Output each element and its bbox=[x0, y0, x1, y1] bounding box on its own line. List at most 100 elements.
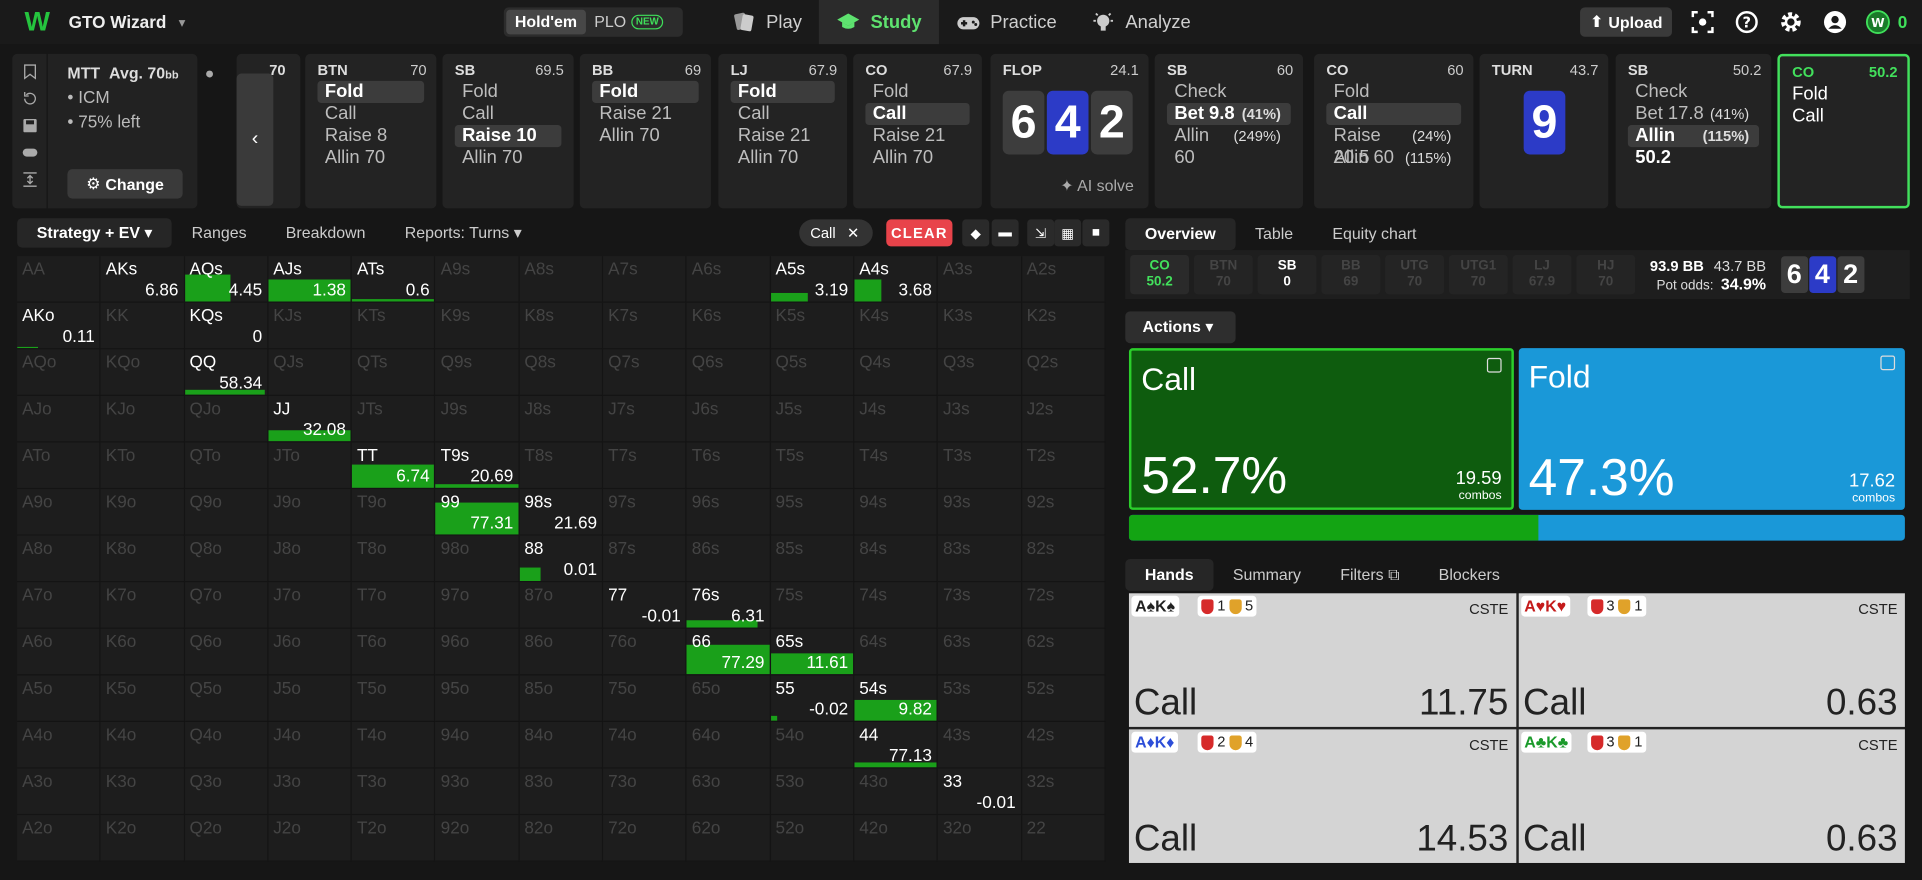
matrix-cell[interactable]: K2o bbox=[100, 815, 185, 862]
matrix-cell[interactable]: Q6s bbox=[686, 349, 771, 396]
matrix-cell[interactable]: 75o bbox=[603, 675, 687, 722]
matrix-cell[interactable]: 83o bbox=[519, 768, 604, 816]
action-call[interactable]: Call bbox=[731, 103, 835, 125]
matrix-cell[interactable]: AKs 6.86 bbox=[100, 256, 185, 303]
view-split-icon[interactable]: ▬ bbox=[991, 219, 1019, 247]
matrix-cell[interactable]: Q6o bbox=[184, 628, 269, 676]
details-icon[interactable] bbox=[1486, 357, 1502, 373]
action-allin-60[interactable]: Allin 60 (249%) bbox=[1167, 125, 1291, 168]
matrix-cell[interactable]: JJ 32.08 bbox=[268, 395, 353, 443]
matrix-cell[interactable]: T5s bbox=[770, 442, 855, 490]
action-fold[interactable]: Fold bbox=[317, 80, 425, 103]
mode-plo[interactable]: PLO NEW bbox=[586, 10, 673, 35]
matrix-cell[interactable]: 96s bbox=[686, 489, 771, 536]
tab-filters[interactable]: Filters ⧉ bbox=[1321, 559, 1419, 591]
chevron-down-icon[interactable]: ▾ bbox=[179, 14, 186, 30]
action-bet-17-8[interactable]: Bet 17.8 (41%) bbox=[1628, 103, 1759, 125]
matrix-cell[interactable]: A2s bbox=[1021, 256, 1106, 303]
matrix-cell[interactable]: 43s bbox=[938, 721, 1022, 769]
action-bet-9-8[interactable]: Bet 9.8 (41%) bbox=[1166, 102, 1291, 126]
matrix-cell[interactable]: T8s bbox=[519, 442, 604, 490]
matrix-cell[interactable]: J7s bbox=[603, 395, 687, 443]
matrix-cell[interactable]: T2o bbox=[352, 815, 436, 862]
matrix-cell[interactable]: 93s bbox=[938, 489, 1022, 536]
matrix-cell[interactable]: 43o bbox=[854, 768, 939, 816]
hand-card[interactable]: A♣K♣ 3 1 CSTE Call 0.63 bbox=[1518, 729, 1905, 863]
tab-blockers[interactable]: Blockers bbox=[1419, 559, 1519, 591]
matrix-cell[interactable]: 75s bbox=[770, 582, 855, 629]
tab-equity-chart[interactable]: Equity chart bbox=[1313, 218, 1436, 250]
matrix-cell[interactable]: A8s bbox=[519, 256, 604, 303]
matrix-cell[interactable]: 76o bbox=[603, 628, 687, 676]
matrix-cell[interactable]: J2s bbox=[1021, 395, 1106, 443]
action-raise-20-5[interactable]: Raise 20.5 (24%) bbox=[1326, 125, 1461, 168]
matrix-cell[interactable]: QQ 58.34 bbox=[184, 349, 269, 396]
matrix-cell[interactable]: A4o bbox=[17, 721, 101, 769]
matrix-cell[interactable]: K3s bbox=[938, 302, 1022, 350]
matrix-cell[interactable]: ATo bbox=[17, 442, 101, 490]
matrix-cell[interactable]: K7s bbox=[603, 302, 687, 350]
action-call[interactable]: Call bbox=[455, 103, 562, 125]
matrix-cell[interactable]: 94s bbox=[854, 489, 939, 536]
matrix-cell[interactable]: Q9o bbox=[184, 489, 269, 536]
matrix-cell[interactable]: 93o bbox=[435, 768, 520, 816]
matrix-cell[interactable]: 88 0.01 bbox=[519, 535, 604, 583]
matrix-cell[interactable]: T9o bbox=[352, 489, 436, 536]
tab-strategy-ev[interactable]: Strategy + EV ▾ bbox=[17, 218, 173, 248]
details-icon[interactable] bbox=[1880, 355, 1896, 371]
position-chip-btn[interactable]: BTN 70 bbox=[1193, 254, 1253, 295]
actions-dropdown[interactable]: Actions ▾ bbox=[1125, 311, 1236, 344]
matrix-cell[interactable]: A3s bbox=[938, 256, 1022, 303]
matrix-cell[interactable]: Q7o bbox=[184, 582, 269, 629]
matrix-cell[interactable]: AKo 0.11 bbox=[17, 302, 101, 350]
matrix-cell[interactable]: K4o bbox=[100, 721, 185, 769]
matrix-cell[interactable]: 85s bbox=[770, 535, 855, 583]
matrix-cell[interactable]: 42o bbox=[854, 815, 939, 862]
matrix-cell[interactable]: J5o bbox=[268, 675, 353, 722]
matrix-cell[interactable]: AJs 1.38 bbox=[268, 256, 353, 303]
matrix-cell[interactable]: A7o bbox=[17, 582, 101, 629]
position-chip-co[interactable]: CO 50.2 bbox=[1130, 254, 1190, 295]
matrix-cell[interactable]: 82o bbox=[519, 815, 604, 862]
tab-hands[interactable]: Hands bbox=[1125, 558, 1214, 591]
matrix-cell[interactable]: T4o bbox=[352, 721, 436, 769]
matrix-cell[interactable]: Q5s bbox=[770, 349, 855, 396]
matrix-cell[interactable]: J6o bbox=[268, 628, 353, 676]
action-raise-8[interactable]: Raise 8 bbox=[317, 125, 424, 147]
matrix-cell[interactable]: A5s 3.19 bbox=[770, 256, 855, 303]
matrix-cell[interactable]: 33 -0.01 bbox=[938, 768, 1022, 816]
current-action-fold[interactable]: Fold bbox=[1792, 83, 1895, 105]
matrix-cell[interactable]: 74s bbox=[854, 582, 939, 629]
settings-gear-icon[interactable] bbox=[1778, 9, 1805, 36]
matrix-cell[interactable]: Q8s bbox=[519, 349, 604, 396]
position-chip-bb[interactable]: BB 69 bbox=[1321, 254, 1381, 295]
action-call[interactable]: Call bbox=[317, 103, 424, 125]
call-action-box[interactable]: Call 52.7% 19.59 combos bbox=[1128, 348, 1514, 510]
hand-card[interactable]: A♥K♥ 3 1 CSTE Call 0.63 bbox=[1518, 593, 1905, 727]
matrix-cell[interactable]: A6s bbox=[686, 256, 771, 303]
back-arrow-button[interactable]: ‹ bbox=[236, 73, 274, 206]
matrix-cell[interactable]: JTo bbox=[268, 442, 353, 490]
matrix-cell[interactable]: Q4o bbox=[184, 721, 269, 769]
matrix-cell[interactable]: Q5o bbox=[184, 675, 269, 722]
tab-summary[interactable]: Summary bbox=[1213, 559, 1320, 591]
matrix-cell[interactable]: Q4s bbox=[854, 349, 939, 396]
matrix-cell[interactable]: J9s bbox=[435, 395, 520, 443]
action-allin-70[interactable]: Allin 70 bbox=[455, 147, 562, 169]
matrix-cell[interactable]: K8o bbox=[100, 535, 185, 583]
matrix-cell[interactable]: 32o bbox=[938, 815, 1022, 862]
matrix-cell[interactable]: J4s bbox=[854, 395, 939, 443]
action-raise-21[interactable]: Raise 21 bbox=[592, 103, 699, 125]
matrix-cell[interactable]: A9o bbox=[17, 489, 101, 536]
matrix-cell[interactable]: K9o bbox=[100, 489, 185, 536]
matrix-cell[interactable]: 64s bbox=[854, 628, 939, 676]
action-allin-70[interactable]: Allin 70 bbox=[865, 147, 969, 169]
position-chip-sb[interactable]: SB 0 bbox=[1257, 254, 1317, 295]
matrix-cell[interactable]: QJs bbox=[268, 349, 353, 396]
collapse-icon[interactable] bbox=[21, 169, 38, 189]
matrix-cell[interactable]: 97o bbox=[435, 582, 520, 629]
action-call[interactable]: Call bbox=[865, 102, 970, 126]
action-allin-70[interactable]: Allin 70 bbox=[592, 125, 699, 147]
matrix-cell[interactable]: 42s bbox=[1021, 721, 1106, 769]
coins-balance[interactable]: W0 bbox=[1866, 10, 1907, 35]
